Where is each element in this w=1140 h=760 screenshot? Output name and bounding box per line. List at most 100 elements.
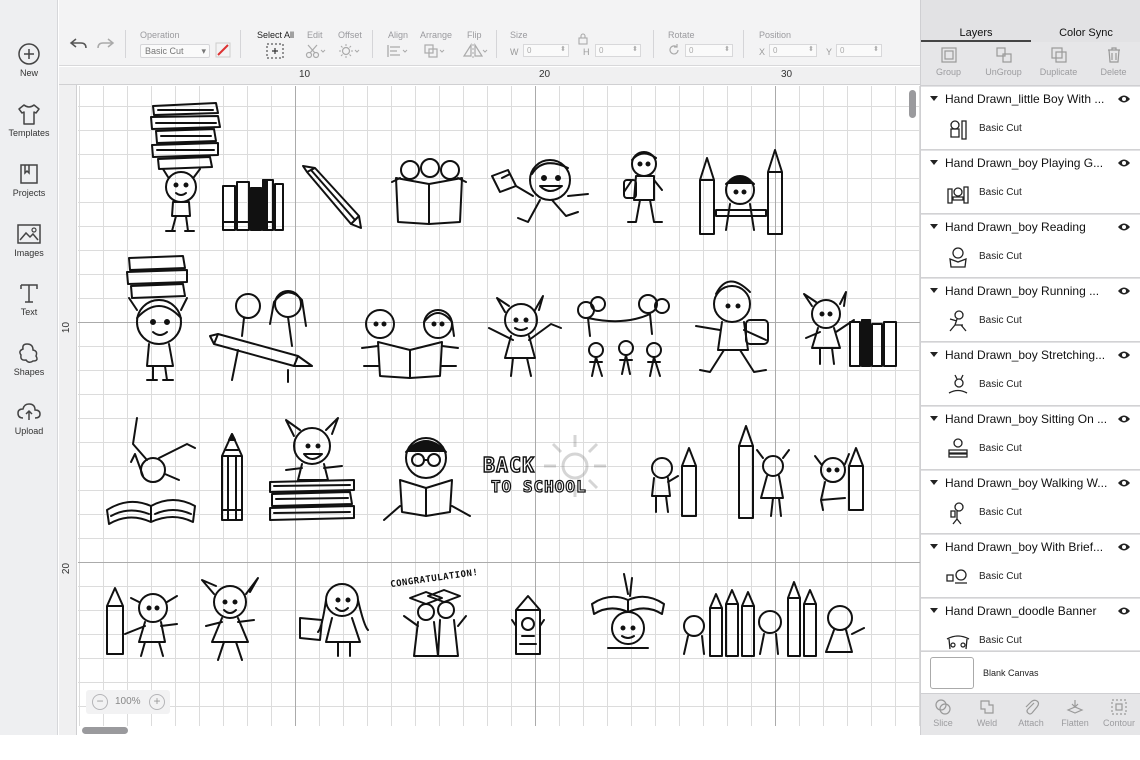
contour-button[interactable]: Contour [1097, 698, 1140, 728]
group-button[interactable]: Group [921, 46, 976, 77]
girl-with-big-pencil-drawing[interactable] [103, 584, 183, 659]
height-input[interactable]: 0 ⬍ [595, 44, 641, 57]
girl-with-pencil-drawing[interactable] [733, 425, 793, 521]
eye-icon[interactable] [1117, 286, 1131, 296]
layer-name: Hand Drawn_boy Playing G... [945, 156, 1104, 170]
girl-waving-drawing[interactable] [485, 288, 565, 380]
boy-running-to-school-drawing[interactable] [688, 276, 778, 376]
duplicate-button[interactable]: Duplicate [1031, 46, 1086, 77]
boy-cartwheel-on-book-drawing[interactable] [103, 414, 198, 529]
sidebar-item-text[interactable]: Text [0, 271, 58, 327]
girl-with-books-drawing[interactable] [800, 286, 900, 368]
caret-down-icon[interactable] [930, 160, 938, 165]
attach-button[interactable]: Attach [1009, 698, 1053, 728]
sidebar-item-templates[interactable]: Templates [0, 92, 58, 148]
girl-hugging-pencil-drawing[interactable] [811, 447, 871, 513]
kids-carrying-pencil-drawing[interactable] [208, 286, 318, 386]
scissors-icon[interactable] [305, 43, 327, 59]
caret-down-icon[interactable] [930, 416, 938, 421]
layer-item[interactable]: Hand Drawn_boy Walking W... Basic Cut [921, 471, 1140, 534]
layer-item[interactable]: Hand Drawn_boy With Brief... Basic Cut [921, 535, 1140, 598]
layer-item[interactable]: Hand Drawn_boy Running ... Basic Cut [921, 279, 1140, 342]
caret-down-icon[interactable] [930, 96, 938, 101]
books-drawing[interactable] [221, 178, 286, 233]
paperclip-icon [1025, 699, 1040, 715]
girl-pigtails-drawing[interactable] [198, 576, 263, 664]
ruler-mark: 10 [61, 321, 73, 334]
graduates-drawing[interactable] [400, 586, 470, 661]
weld-button[interactable]: Weld [965, 698, 1009, 728]
caret-down-icon[interactable] [930, 224, 938, 229]
slice-button[interactable]: Slice [921, 698, 965, 728]
eye-icon[interactable] [1117, 158, 1131, 168]
width-input[interactable]: 0 ⬍ [523, 44, 569, 57]
pencil-character-drawing[interactable] [508, 595, 548, 658]
tab-color-sync[interactable]: Color Sync [1031, 0, 1140, 42]
sidebar-item-shapes[interactable]: Shapes [0, 331, 58, 387]
boy-with-pencil-drawing[interactable] [648, 446, 703, 518]
eye-icon[interactable] [1117, 350, 1131, 360]
select-all-icon[interactable] [266, 43, 284, 59]
layer-item[interactable]: Hand Drawn_boy Reading Basic Cut [921, 215, 1140, 278]
girl-with-notebook-drawing[interactable] [298, 578, 378, 658]
sidebar-item-new[interactable]: New [0, 32, 58, 88]
flatten-button[interactable]: Flatten [1053, 698, 1097, 728]
kid-sitting-on-books-drawing[interactable] [268, 416, 358, 524]
sidebar-item-projects[interactable]: Projects [0, 152, 58, 208]
layer-item[interactable]: Hand Drawn_boy Playing G... Basic Cut [921, 151, 1140, 214]
lock-icon[interactable] [578, 33, 588, 45]
undo-icon[interactable] [69, 36, 89, 52]
kids-reading-together-drawing[interactable] [358, 306, 463, 381]
layer-item[interactable]: Hand Drawn_boy Sitting On ... Basic Cut [921, 407, 1140, 470]
sidebar-item-upload[interactable]: Upload [0, 390, 58, 446]
kids-with-balloons-drawing[interactable] [576, 292, 671, 380]
eye-icon[interactable] [1117, 478, 1131, 488]
ungroup-button[interactable]: UnGroup [976, 46, 1031, 77]
boy-holding-books-drawing[interactable] [148, 101, 223, 236]
kids-and-pencils-drawing[interactable] [680, 581, 870, 660]
boy-between-pencils-drawing[interactable] [696, 149, 786, 240]
boy-running-with-book-drawing[interactable] [488, 156, 593, 231]
eye-icon[interactable] [1117, 542, 1131, 552]
arrange-icon[interactable] [423, 43, 447, 59]
align-icon[interactable] [386, 43, 410, 59]
pencil-drawing[interactable] [302, 165, 363, 231]
caret-down-icon[interactable] [930, 480, 938, 485]
zoom-out-button[interactable]: − [92, 694, 108, 710]
horizontal-scrollbar[interactable] [82, 727, 128, 734]
girl-holding-books-drawing[interactable] [123, 254, 198, 384]
redo-icon[interactable] [95, 36, 115, 52]
pencil-upright-drawing[interactable] [218, 433, 246, 524]
zoom-in-button[interactable]: + [149, 694, 165, 710]
offset-icon[interactable] [339, 43, 361, 59]
back-to-school-lettering[interactable]: BACK TO SCHOOL [482, 452, 643, 496]
eye-icon[interactable] [1117, 606, 1131, 616]
layer-item[interactable]: Hand Drawn_boy Stretching... Basic Cut [921, 343, 1140, 406]
layer-item[interactable]: Hand Drawn_doodle Banner Basic Cut [921, 599, 1140, 650]
boy-with-backpack-drawing[interactable] [614, 150, 669, 228]
flip-icon[interactable] [462, 43, 488, 59]
y-position-input[interactable]: 0 ⬍ [836, 44, 882, 57]
blank-canvas-row[interactable]: Blank Canvas [921, 651, 1140, 693]
boy-reading-with-glasses-drawing[interactable] [378, 434, 476, 524]
x-position-input[interactable]: 0 ⬍ [769, 44, 817, 57]
design-canvas[interactable]: BACK TO SCHOOL CONGRATULATION! [78, 86, 920, 726]
sidebar-item-images[interactable]: Images [0, 212, 58, 268]
canvas-color-swatch[interactable] [930, 657, 974, 689]
layer-item[interactable]: Hand Drawn_little Boy With ... Basic Cut [921, 87, 1140, 150]
caret-down-icon[interactable] [930, 544, 938, 549]
rotate-input[interactable]: 0 ⬍ [685, 44, 733, 57]
caret-down-icon[interactable] [930, 288, 938, 293]
caret-down-icon[interactable] [930, 352, 938, 357]
caret-down-icon[interactable] [930, 608, 938, 613]
pen-color-icon[interactable] [215, 42, 231, 58]
delete-button[interactable]: Delete [1086, 46, 1140, 77]
operation-select[interactable]: Basic Cut ▾ [140, 44, 210, 58]
girl-with-book-on-head-drawing[interactable] [588, 573, 668, 654]
eye-icon[interactable] [1117, 94, 1131, 104]
tab-layers[interactable]: Layers [921, 0, 1031, 42]
eye-icon[interactable] [1117, 222, 1131, 232]
kids-reading-book-drawing[interactable] [390, 156, 468, 226]
vertical-scrollbar[interactable] [909, 90, 916, 118]
eye-icon[interactable] [1117, 414, 1131, 424]
